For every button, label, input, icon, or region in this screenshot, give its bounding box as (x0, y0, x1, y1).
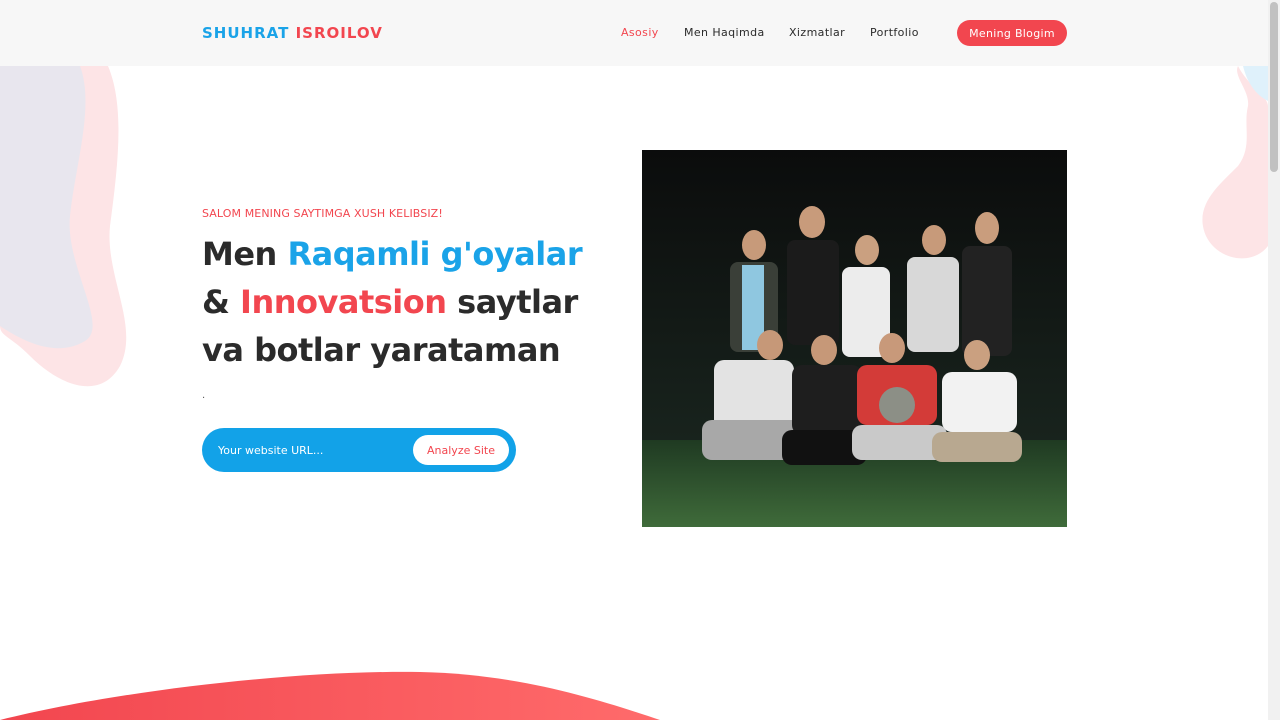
headline-part4: va botlar yarataman (202, 331, 561, 369)
decorative-blob-right (1202, 66, 1268, 259)
hero-headline: Men Raqamli g'oyalar & Innovatsion saytl… (202, 230, 602, 374)
decorative-blob-left (0, 66, 127, 387)
hero-dot: . (202, 390, 206, 401)
url-analyze-form: Analyze Site (202, 428, 516, 472)
nav-link-men-haqimda[interactable]: Men Haqimda (684, 26, 765, 39)
decorative-wave-bottom (0, 671, 660, 720)
headline-part1: Men (202, 235, 288, 273)
group-photo (642, 150, 1067, 527)
nav-link-portfolio[interactable]: Portfolio (870, 26, 919, 39)
site-header: SHUHRAT ISROILOV Asosiy Men Haqimda Xizm… (0, 0, 1268, 66)
site-logo[interactable]: SHUHRAT ISROILOV (202, 24, 383, 42)
scrollbar-thumb[interactable] (1270, 2, 1278, 172)
headline-part3: saytlar (446, 283, 578, 321)
logo-first-name: SHUHRAT (202, 24, 290, 42)
hero-eyebrow: SALOM MENING SAYTIMGA XUSH KELIBSIZ! (202, 207, 443, 220)
headline-highlight2: Innovatsion (240, 283, 447, 321)
website-url-input[interactable] (218, 439, 403, 461)
analyze-site-button[interactable]: Analyze Site (413, 435, 509, 465)
blog-button[interactable]: Mening Blogim (957, 20, 1067, 46)
page-scrollbar[interactable] (1268, 0, 1280, 720)
nav-link-asosiy[interactable]: Asosiy (621, 26, 659, 39)
headline-part2: & (202, 283, 241, 321)
headline-highlight1: Raqamli g'oyalar (287, 235, 583, 273)
logo-last-name: ISROILOV (295, 24, 383, 42)
nav-link-xizmatlar[interactable]: Xizmatlar (789, 26, 845, 39)
